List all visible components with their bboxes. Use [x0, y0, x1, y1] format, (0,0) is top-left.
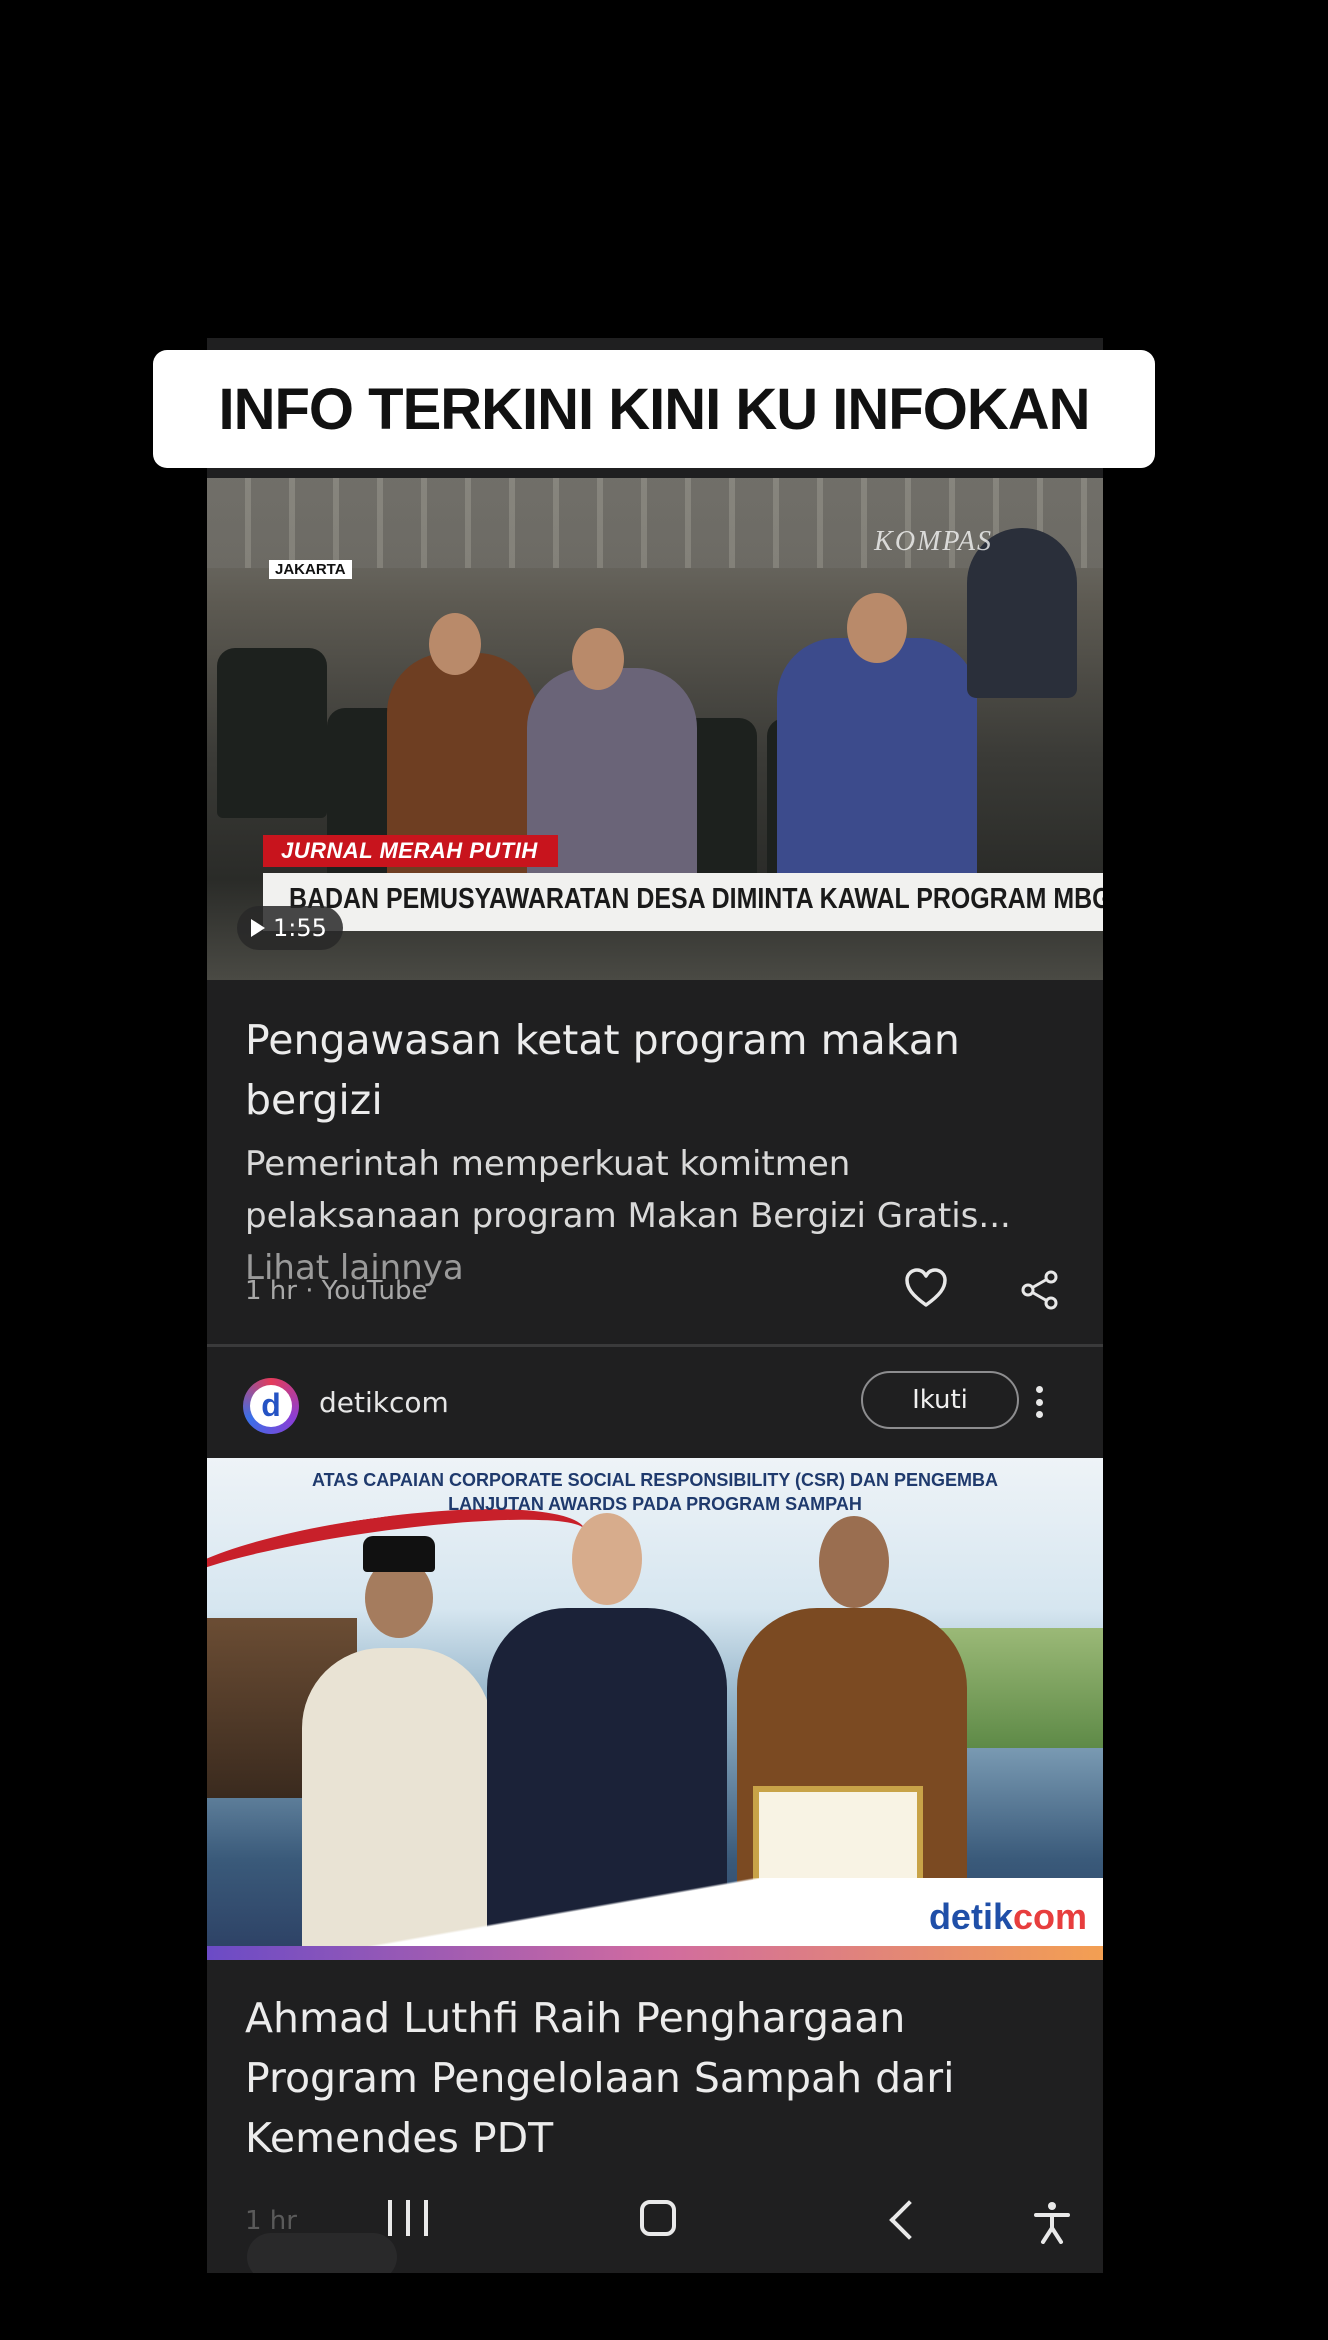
- follow-button[interactable]: Ikuti: [861, 1371, 1019, 1429]
- source-logo-letter: d: [250, 1385, 292, 1427]
- article-image[interactable]: ATAS CAPAIAN CORPORATE SOCIAL RESPONSIBI…: [207, 1458, 1103, 1960]
- location-tag: JAKARTA: [269, 560, 352, 579]
- person-head: [429, 613, 481, 675]
- share-icon[interactable]: [1020, 1270, 1060, 1310]
- person-face: [819, 1516, 889, 1608]
- system-navigation-bar: [0, 2190, 1328, 2250]
- play-icon: [251, 919, 265, 937]
- peci-hat: [363, 1536, 435, 1572]
- accessibility-icon[interactable]: [1030, 2200, 1074, 2244]
- chair: [217, 648, 327, 818]
- more-options-icon[interactable]: [1034, 1386, 1044, 1418]
- backdrop-line: LANJUTAN AWARDS PADA PROGRAM SAMPAH: [448, 1494, 862, 1514]
- program-tag: JURNAL MERAH PUTIH: [263, 835, 558, 867]
- person-head: [847, 593, 907, 663]
- duration-text: 1:55: [273, 914, 327, 942]
- channel-watermark: KOMPAS: [874, 526, 993, 557]
- snippet-text: Pemerintah memperkuat komitmen pelaksana…: [245, 1144, 1011, 1236]
- caption-text: INFO TERKINI KINI KU INFOKAN: [218, 376, 1091, 442]
- source-logo[interactable]: d: [243, 1378, 299, 1434]
- recents-icon[interactable]: [388, 2200, 428, 2236]
- back-icon[interactable]: [889, 2200, 929, 2240]
- person: [777, 638, 977, 898]
- caption-banner: INFO TERKINI KINI KU INFOKAN: [153, 350, 1155, 468]
- article-title[interactable]: Ahmad Luthfi Raih Penghargaan Program Pe…: [245, 1988, 1085, 2168]
- home-icon[interactable]: [640, 2200, 676, 2236]
- person-head: [572, 628, 624, 690]
- backdrop-line: ATAS CAPAIAN CORPORATE SOCIAL RESPONSIBI…: [311, 1470, 999, 1490]
- detikcom-wordmark: detikcom: [929, 1896, 1087, 1938]
- source-name[interactable]: detikcom: [319, 1386, 449, 1419]
- person-face: [572, 1513, 642, 1605]
- heart-icon[interactable]: [904, 1268, 948, 1308]
- wordmark-com: com: [1012, 1896, 1087, 1937]
- article-title[interactable]: Pengawasan ketat program makan bergizi: [245, 1010, 1065, 1130]
- color-stripe: [207, 1946, 1103, 1960]
- wordmark-detik: detik: [928, 1896, 1013, 1937]
- card-divider: [207, 1344, 1103, 1347]
- duration-badge[interactable]: 1:55: [237, 906, 343, 950]
- news-feed: JAKARTA KOMPAS JURNAL MERAH PUTIH BADAN …: [207, 338, 1103, 2273]
- video-headline: BADAN PEMUSYAWARATAN DESA DIMINTA KAWAL …: [289, 883, 1103, 915]
- video-headline-bar: BADAN PEMUSYAWARATAN DESA DIMINTA KAWAL …: [263, 873, 1103, 931]
- award-backdrop-text: ATAS CAPAIAN CORPORATE SOCIAL RESPONSIBI…: [207, 1468, 1103, 1516]
- video-thumbnail[interactable]: JAKARTA KOMPAS JURNAL MERAH PUTIH BADAN …: [207, 478, 1103, 980]
- article-snippet: Pemerintah memperkuat komitmen pelaksana…: [245, 1138, 1075, 1294]
- article-meta: 1 hr · YouTube: [245, 1276, 428, 1306]
